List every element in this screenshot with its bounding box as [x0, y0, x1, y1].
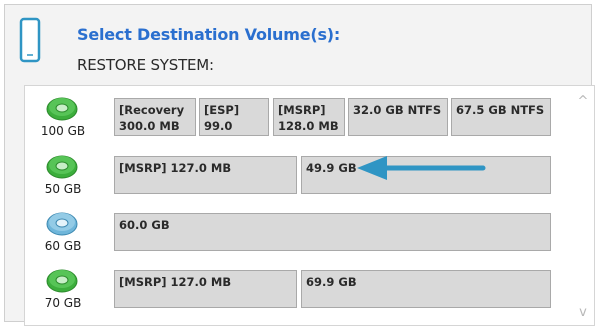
partition-recovery[interactable]: [Recovery 300.0 MB	[114, 98, 196, 136]
partition-msrp[interactable]: [MSRP] 127.0 MB	[114, 270, 297, 308]
volume-list[interactable]: 100 GB [Recovery 300.0 MB [ESP] 99.0 MB …	[24, 85, 595, 326]
disk-size-label: 60 GB	[44, 239, 82, 253]
partition-msrp[interactable]: [MSRP] 127.0 MB	[114, 156, 297, 194]
arrow-left-icon	[357, 156, 486, 180]
destination-volume-panel: Select Destination Volume(s): RESTORE SY…	[4, 4, 595, 326]
partition-32gb-ntfs[interactable]: 32.0 GB NTFS	[348, 98, 448, 136]
partition-msrp[interactable]: [MSRP] 128.0 MB	[273, 98, 345, 136]
panel-title: Select Destination Volume(s):	[77, 25, 341, 44]
disk-size-label: 70 GB	[44, 296, 82, 310]
restore-system-label: RESTORE SYSTEM:	[77, 56, 214, 74]
green-disk-icon	[46, 155, 78, 179]
partition-60gb[interactable]: 60.0 GB	[114, 213, 551, 251]
disk-row-100gb[interactable]: 100 GB [Recovery 300.0 MB [ESP] 99.0 MB …	[25, 90, 570, 145]
partition-67gb-ntfs[interactable]: 67.5 GB NTFS	[451, 98, 551, 136]
disk-row-70gb[interactable]: 70 GB [MSRP] 127.0 MB 69.9 GB	[25, 262, 570, 317]
drive-icon	[19, 17, 41, 63]
disk-row-60gb[interactable]: 60 GB 60.0 GB	[25, 205, 570, 260]
blue-disk-icon	[46, 212, 78, 236]
disk-size-label: 50 GB	[44, 182, 82, 196]
chevron-down-icon[interactable]: v	[573, 303, 593, 323]
green-disk-icon	[46, 269, 78, 293]
partition-esp[interactable]: [ESP] 99.0 MB	[199, 98, 269, 136]
chevron-up-icon[interactable]: ^	[573, 92, 593, 112]
partition-69gb[interactable]: 69.9 GB	[301, 270, 551, 308]
vertical-scrollbar[interactable]: ^ v	[573, 88, 593, 323]
green-disk-icon	[46, 97, 78, 121]
disk-size-label: 100 GB	[40, 124, 86, 138]
